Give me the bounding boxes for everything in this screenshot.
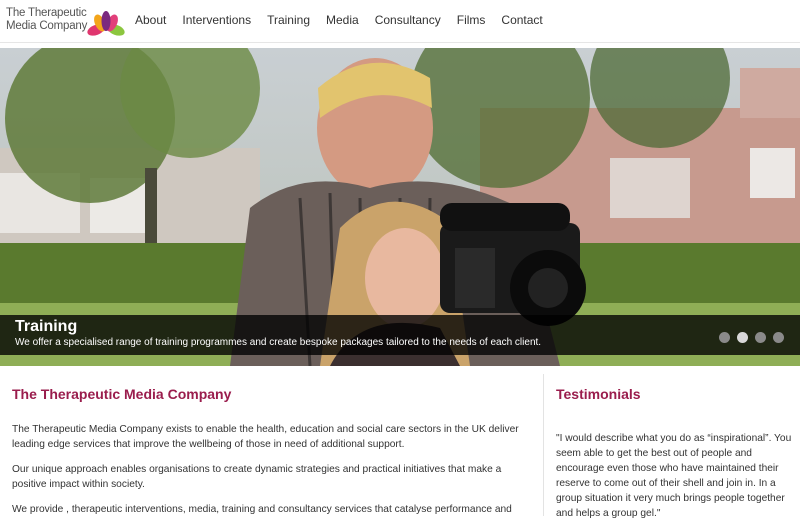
slider-pagination xyxy=(719,332,784,343)
slider-dot[interactable] xyxy=(755,332,766,343)
intro-paragraph: The Therapeutic Media Company exists to … xyxy=(12,424,519,450)
nav-interventions[interactable]: Interventions xyxy=(174,13,259,27)
nav-media[interactable]: Media xyxy=(318,13,367,27)
slide-caption: Training We offer a specialised range of… xyxy=(0,315,800,355)
logo-line-2: Media Company xyxy=(6,20,88,32)
nav-films[interactable]: Films xyxy=(449,13,494,27)
slide-description: We offer a specialised range of training… xyxy=(15,337,542,348)
nav-about[interactable]: About xyxy=(127,13,174,27)
logo[interactable]: The Therapeutic Media Company xyxy=(6,6,125,38)
slider-dot-active[interactable] xyxy=(737,332,748,343)
logo-text: The Therapeutic Media Company xyxy=(6,7,87,33)
intro-paragraph: We provide , therapeutic interventions, … xyxy=(12,504,512,515)
logo-line-1: The Therapeutic xyxy=(6,7,87,19)
intro-paragraph: Our unique approach enables organisation… xyxy=(12,464,502,490)
testimonials-section: Testimonials "I would describe what you … xyxy=(556,386,796,519)
nav-training[interactable]: Training xyxy=(259,13,318,27)
nav-contact[interactable]: Contact xyxy=(493,13,550,27)
top-nav: The Therapeutic Media Company About Inte… xyxy=(0,0,800,43)
nav-consultancy[interactable]: Consultancy xyxy=(367,13,449,27)
intro-heading: The Therapeutic Media Company xyxy=(12,386,232,402)
slider-dot[interactable] xyxy=(719,332,730,343)
slide-title: Training xyxy=(15,318,78,335)
slider-dot[interactable] xyxy=(773,332,784,343)
main-menu: About Interventions Training Media Consu… xyxy=(127,0,551,40)
intro-section: The Therapeutic Media Company The Therap… xyxy=(12,386,522,515)
lotus-icon xyxy=(87,11,125,36)
content-area: The Therapeutic Media Company The Therap… xyxy=(0,366,800,519)
column-divider xyxy=(543,374,544,516)
testimonials-heading: Testimonials xyxy=(556,386,641,402)
testimonial-quote: "I would describe what you do as “inspir… xyxy=(556,433,792,519)
hero-slider[interactable]: Training We offer a specialised range of… xyxy=(0,48,800,366)
